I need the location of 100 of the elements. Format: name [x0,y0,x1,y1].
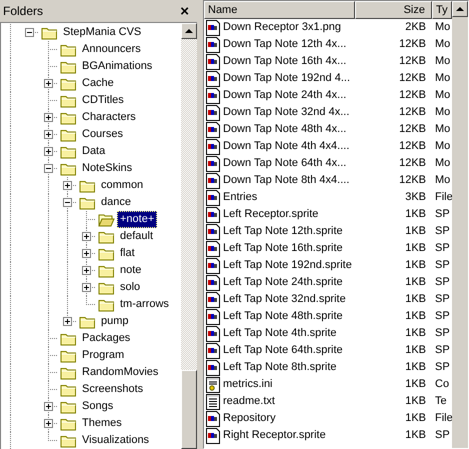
expand-toggle[interactable] [82,249,91,258]
folder-item[interactable]: Program [79,347,128,364]
file-name[interactable]: readme.txt [223,396,275,407]
file-name[interactable]: Left Tap Note 64th.sprite [223,345,343,356]
image-file-icon [206,36,220,52]
folder-icon [60,110,77,124]
file-type: Co [434,379,450,390]
file-name[interactable]: Entries [223,192,258,203]
folder-item[interactable]: Courses [79,126,126,143]
file-type: Mo [434,158,450,169]
folder-item[interactable]: Songs [79,398,116,415]
file-name[interactable]: Down Tap Note 192nd 4... [223,73,350,84]
scroll-thumb[interactable] [181,370,197,449]
expand-toggle[interactable] [44,147,53,156]
folder-item[interactable]: Themes [79,415,125,432]
folder-item[interactable]: Announcers [79,41,144,58]
file-name[interactable]: Down Receptor 3x1.png [223,22,342,33]
file-name[interactable]: Left Tap Note 4th.sprite [223,328,337,339]
scrollbar[interactable] [452,1,468,448]
folder-item[interactable]: note [117,262,144,279]
file-name[interactable]: Down Tap Note 64th 4x... [223,158,346,169]
folder-item[interactable]: StepMania CVS [60,24,144,41]
scrollbar[interactable] [181,23,197,449]
folder-item[interactable]: NoteSkins [79,160,136,177]
scroll-up-button[interactable] [181,23,197,39]
collapse-toggle[interactable] [63,198,72,207]
file-size: 1KB [404,328,427,339]
folder-item[interactable]: RandomMovies [79,364,162,381]
file-size: 1KB [404,345,427,356]
file-name[interactable]: Left Tap Note 16th.sprite [223,243,343,254]
file-name[interactable]: Down Tap Note 16th 4x... [223,56,346,67]
file-name[interactable]: Down Tap Note 48th 4x... [223,124,346,135]
folder-item[interactable]: Screenshots [79,381,146,398]
column-header[interactable]: Size [355,1,432,19]
file-name[interactable]: Right Receptor.sprite [223,430,326,441]
image-file-icon [206,206,220,222]
file-name[interactable]: Left Tap Note 24th.sprite [223,277,343,288]
image-file-icon [206,308,220,324]
open-folder-icon [98,212,115,226]
folder-icon [60,366,77,380]
expand-toggle[interactable] [44,113,53,122]
file-name[interactable]: Down Tap Note 24th 4x... [223,90,346,101]
folder-item[interactable]: dance [98,194,134,211]
folder-item[interactable]: CDTitles [79,92,127,109]
expand-toggle[interactable] [44,402,53,411]
folder-item[interactable]: Characters [79,109,139,126]
expand-toggle[interactable] [82,232,91,241]
collapse-toggle[interactable] [44,164,53,173]
file-size: 12KB [398,39,427,50]
expand-toggle[interactable] [44,419,53,428]
collapse-toggle[interactable] [25,28,34,37]
file-size: 12KB [398,56,427,67]
folder-item[interactable]: pump [98,313,132,330]
column-header[interactable]: Ty [432,1,452,19]
file-name[interactable]: Down Tap Note 4th 4x4.... [223,141,350,152]
folder-item[interactable]: common [98,177,146,194]
folder-icon [60,42,77,56]
expand-toggle[interactable] [63,181,72,190]
file-size: 1KB [404,413,427,424]
file-name[interactable]: Left Tap Note 48th.sprite [223,311,343,322]
column-header[interactable]: Name [204,1,355,19]
file-type: Mo [434,22,450,33]
expand-toggle[interactable] [44,79,53,88]
file-name[interactable]: Down Tap Note 32nd 4x... [223,107,350,118]
close-button[interactable]: × [178,4,191,18]
folder-item[interactable]: +note+ [117,211,158,228]
file-name[interactable]: Left Receptor.sprite [223,209,318,220]
folder-item[interactable]: flat [117,245,138,262]
file-name[interactable]: Repository [223,413,276,424]
file-type: Mo [434,73,450,84]
folder-item[interactable]: solo [117,279,144,296]
file-type: Mo [434,56,450,67]
file-name[interactable]: Left Tap Note 32nd.sprite [223,294,346,305]
file-name[interactable]: Down Tap Note 8th 4x4.... [223,175,350,186]
folder-icon [60,60,77,74]
folder-item[interactable]: default [117,228,156,245]
expand-toggle[interactable] [82,266,91,275]
file-name[interactable]: Left Tap Note 12th.sprite [223,226,343,237]
folder-item[interactable]: BGAnimations [79,58,156,75]
file-name[interactable]: Left Tap Note 8th.sprite [223,362,337,373]
folder-icon [60,128,77,142]
file-name[interactable]: metrics.ini [223,379,273,390]
folder-item[interactable]: Visualizations [79,432,152,449]
file-type: File [434,413,452,424]
image-file-icon [206,274,220,290]
file-size: 3KB [404,192,427,203]
folder-item[interactable]: Packages [79,330,134,347]
file-type: Mo [434,39,450,50]
file-type: SP [434,345,450,356]
image-file-icon [206,190,220,206]
file-name[interactable]: Left Tap Note 192nd.sprite [223,260,352,271]
folder-item[interactable]: Cache [79,75,117,92]
file-size: 12KB [398,141,427,152]
folder-item[interactable]: tm-arrows [117,296,172,313]
folder-item[interactable]: Data [79,143,108,160]
expand-toggle[interactable] [63,317,72,326]
expand-toggle[interactable] [44,130,53,139]
file-name[interactable]: Down Tap Note 12th 4x... [223,39,346,50]
expand-toggle[interactable] [82,283,91,292]
scroll-up-button[interactable] [452,1,468,17]
